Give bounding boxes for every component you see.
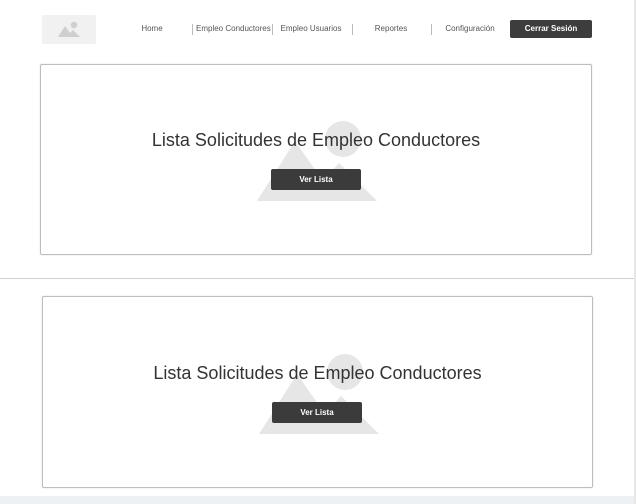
logout-button[interactable]: Cerrar Sesión (510, 20, 592, 38)
card-solicitudes-1: Lista Solicitudes de Empleo Conductores … (40, 64, 592, 255)
page: Home Empleo Conductores Empleo Usuarios … (0, 0, 636, 504)
ver-lista-button[interactable]: Ver Lista (271, 169, 361, 190)
card-title: Lista Solicitudes de Empleo Conductores (151, 130, 481, 150)
nav-empleo-conductores[interactable]: Empleo Conductores (196, 20, 271, 38)
nav-separator (192, 24, 193, 35)
nav-reportes[interactable]: Reportes (368, 20, 414, 38)
nav-home[interactable]: Home (132, 20, 172, 38)
nav-empleo-usuarios[interactable]: Empleo Usuarios (278, 20, 344, 38)
nav-configuracion[interactable]: Configuración (442, 20, 498, 38)
card-solicitudes-2: Lista Solicitudes de Empleo Conductores … (42, 296, 593, 488)
section-divider (0, 278, 636, 279)
nav-separator (352, 24, 353, 35)
nav-separator (431, 24, 432, 35)
card-title: Lista Solicitudes de Empleo Conductores (153, 363, 482, 383)
nav-separator (272, 24, 273, 35)
ver-lista-button[interactable]: Ver Lista (272, 402, 362, 423)
bottom-strip (0, 496, 636, 504)
